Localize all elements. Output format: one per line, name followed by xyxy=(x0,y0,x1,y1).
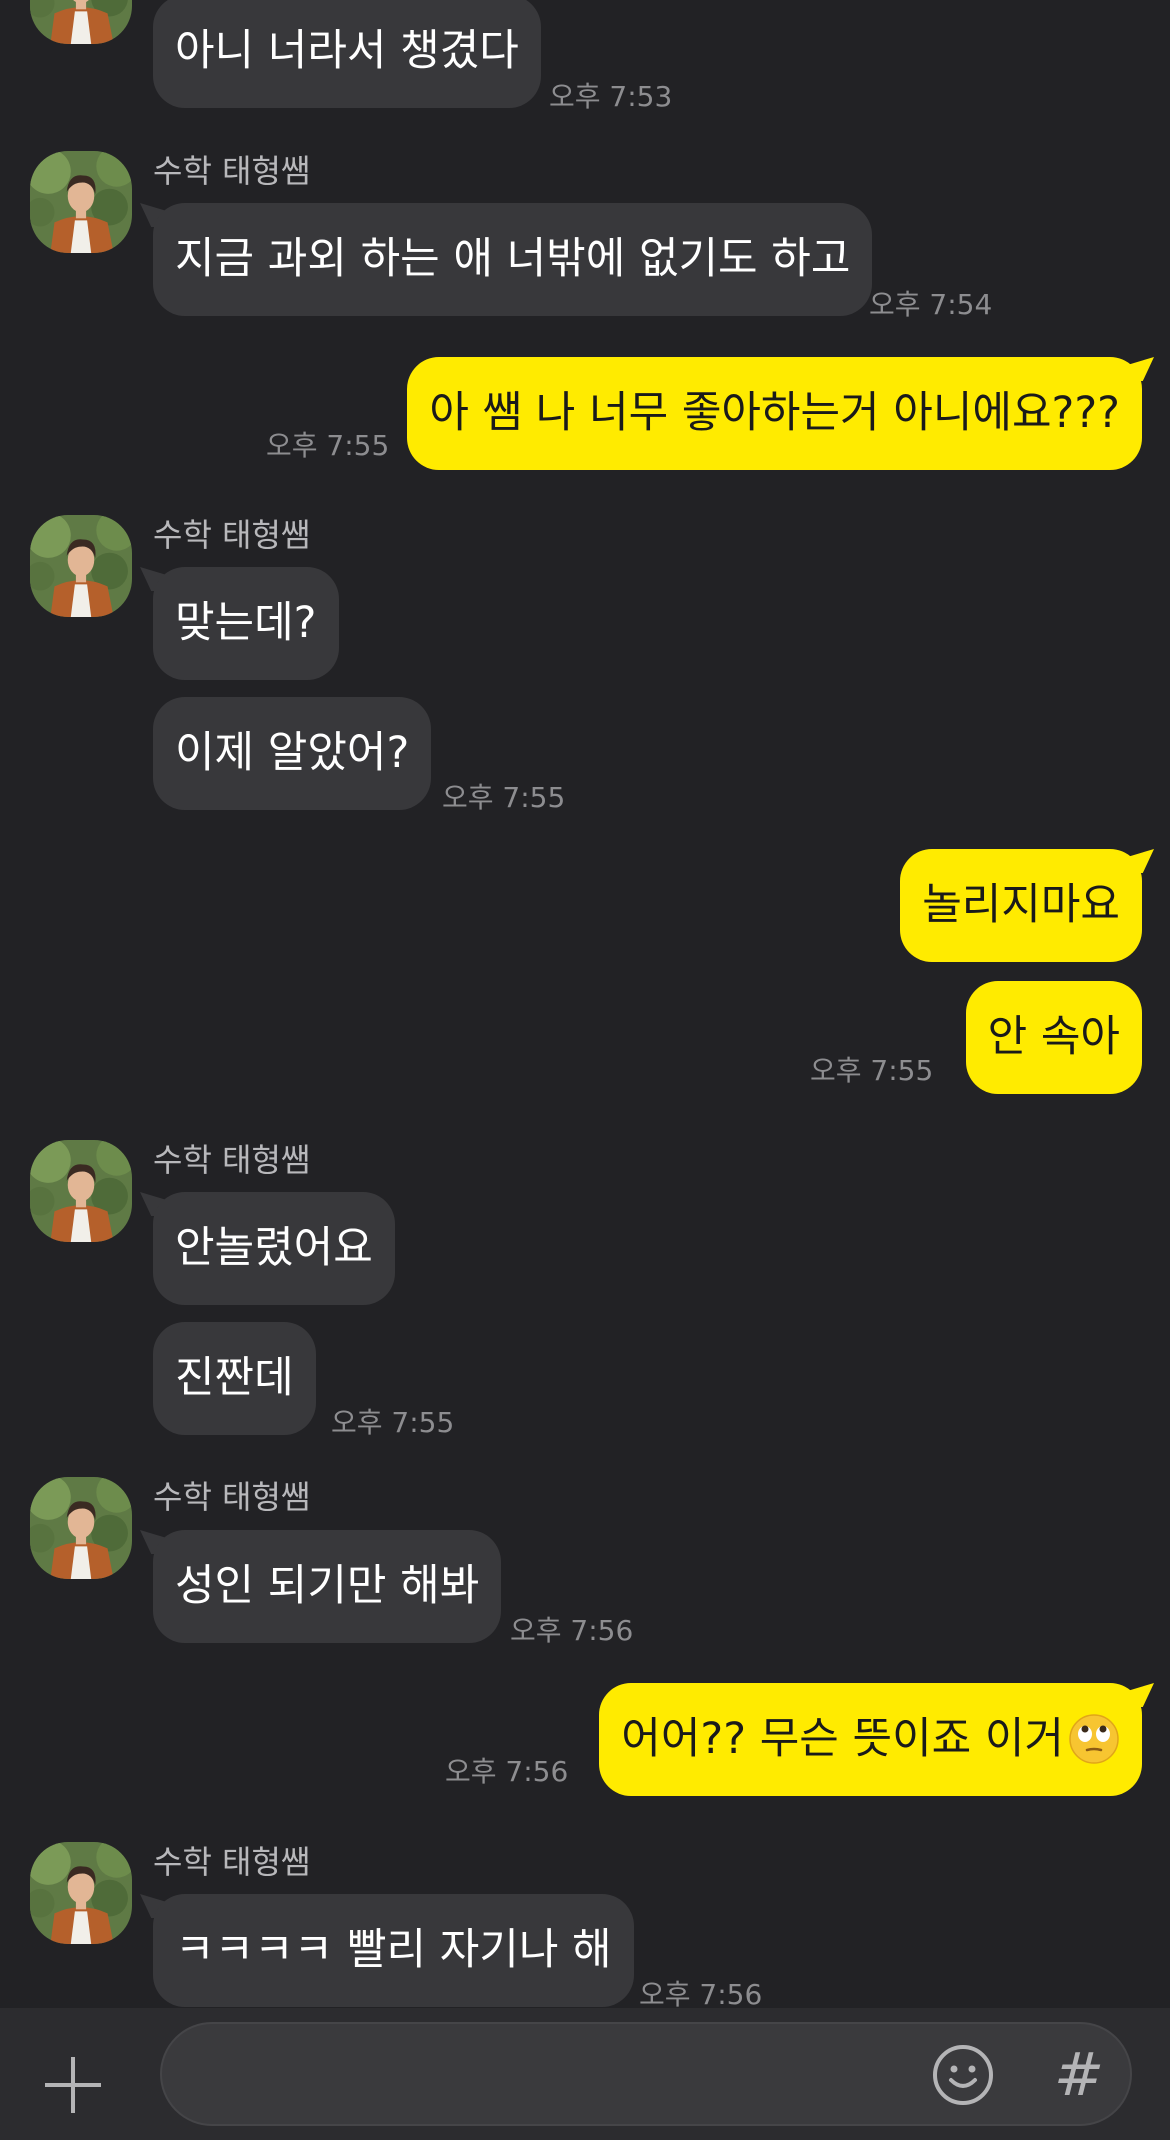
avatar-image xyxy=(30,151,132,253)
message-time: 오후 7:56 xyxy=(445,1755,569,1788)
sender-name: 수학 태형쌤 xyxy=(153,516,311,554)
plus-icon[interactable] xyxy=(45,2052,111,2118)
message-time: 오후 7:56 xyxy=(510,1614,634,1647)
message-bubble-outgoing[interactable]: 어어?? 무슨 뜻이죠 이거 xyxy=(599,1683,1142,1796)
message-bubble-incoming[interactable]: 아니 너라서 챙겼다 xyxy=(153,0,541,108)
message-bubble-incoming[interactable]: 성인 되기만 해봐 xyxy=(153,1530,502,1643)
message-text: 놀리지마요 xyxy=(922,880,1120,930)
avatar[interactable] xyxy=(30,151,132,253)
message-time: 오후 7:55 xyxy=(442,781,566,814)
message-bubble-outgoing[interactable]: 안 속아 xyxy=(965,981,1142,1094)
message-bubble-incoming[interactable]: 맞는데? xyxy=(153,567,339,680)
message-time: 오후 7:55 xyxy=(266,429,390,462)
message-text: 이제 알았어? xyxy=(175,728,410,778)
avatar-image xyxy=(30,0,132,44)
message-text: 진짠데 xyxy=(175,1353,294,1403)
message-bubble-outgoing[interactable]: 아 쌤 나 너무 좋아하는거 아니에요??? xyxy=(407,357,1142,470)
avatar[interactable] xyxy=(30,1140,132,1242)
eye-roll-emoji-icon xyxy=(1068,1713,1120,1765)
message-text: 안놀렸어요 xyxy=(175,1223,373,1273)
sender-name: 수학 태형쌤 xyxy=(153,1843,311,1881)
message-input[interactable] xyxy=(192,2046,936,2104)
avatar[interactable] xyxy=(30,515,132,617)
message-text: 성인 되기만 해봐 xyxy=(175,1561,480,1611)
message-bubble-incoming[interactable]: 이제 알았어? xyxy=(153,697,432,810)
message-time: 오후 7:55 xyxy=(331,1406,455,1439)
message-text: 지금 과외 하는 애 너밖에 없기도 하고 xyxy=(175,234,851,284)
message-bubble-outgoing[interactable]: 놀리지마요 xyxy=(900,849,1142,962)
sender-name: 수학 태형쌤 xyxy=(153,152,311,190)
message-text: 맞는데? xyxy=(175,598,317,648)
message-bubble-incoming[interactable]: 진짠데 xyxy=(153,1322,316,1435)
avatar-image xyxy=(30,1477,132,1579)
message-bubble-incoming[interactable]: 지금 과외 하는 애 너밖에 없기도 하고 xyxy=(153,203,873,316)
message-bubble-incoming[interactable]: ㅋㅋㅋㅋ 빨리 자기나 해 xyxy=(153,1894,634,2007)
avatar-image xyxy=(30,1140,132,1242)
message-input-bar: # xyxy=(0,2008,1170,2140)
message-text: 아니 너라서 챙겼다 xyxy=(175,26,519,76)
message-time: 오후 7:56 xyxy=(639,1978,763,2011)
avatar[interactable] xyxy=(30,1477,132,1579)
message-time: 오후 7:55 xyxy=(810,1054,934,1087)
message-time: 오후 7:54 xyxy=(869,288,993,321)
avatar-image xyxy=(30,1842,132,1944)
sender-name: 수학 태형쌤 xyxy=(153,1141,311,1179)
avatar-image xyxy=(30,515,132,617)
smiley-icon[interactable] xyxy=(930,2042,996,2108)
avatar[interactable] xyxy=(30,0,132,44)
chat-screen: 아니 너라서 챙겼다 오후 7:53 수학 태형쌤 지금 과외 하는 애 너밖에… xyxy=(0,0,1170,2140)
message-text: 안 속아 xyxy=(987,1012,1120,1062)
message-time: 오후 7:53 xyxy=(549,80,673,113)
message-bubble-incoming[interactable]: 안놀렸어요 xyxy=(153,1192,395,1305)
message-text: ㅋㅋㅋㅋ 빨리 자기나 해 xyxy=(175,1925,612,1975)
message-text: 어어?? 무슨 뜻이죠 이거 xyxy=(621,1714,1064,1764)
hash-icon[interactable]: # xyxy=(1046,2042,1112,2108)
sender-name: 수학 태형쌤 xyxy=(153,1478,311,1516)
message-text: 아 쌤 나 너무 좋아하는거 아니에요??? xyxy=(429,388,1120,438)
avatar[interactable] xyxy=(30,1842,132,1944)
message-input-container[interactable]: # xyxy=(160,2022,1132,2126)
